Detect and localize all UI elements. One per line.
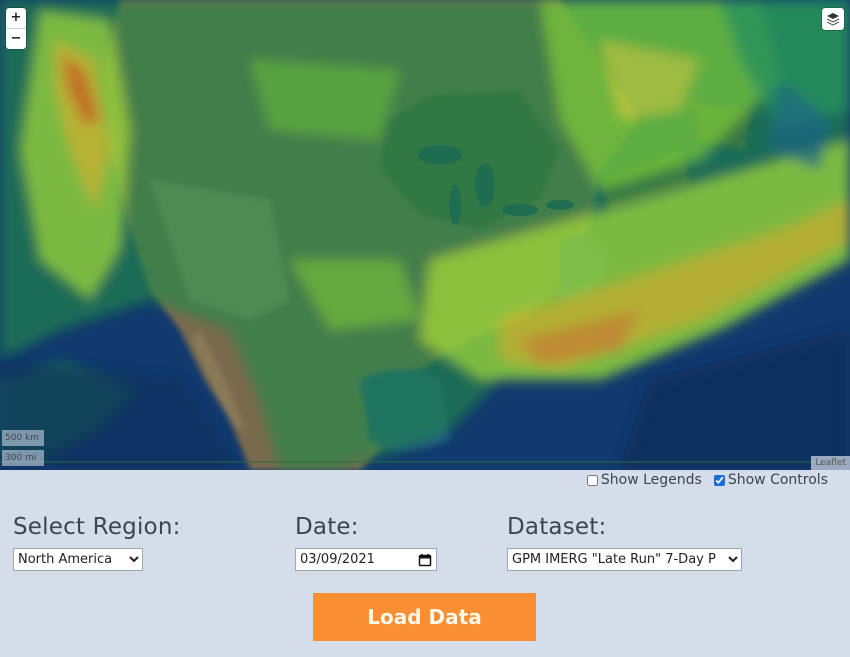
date-value: 03/09/2021 — [300, 552, 375, 567]
display-toggles: Show Legends Show Controls — [586, 472, 828, 488]
leaflet-attribution-link[interactable]: Leaflet — [811, 456, 850, 470]
show-controls-label: Show Controls — [727, 472, 828, 488]
region-field: Select Region: North America — [13, 514, 181, 571]
precipitation-map-layer — [0, 0, 850, 470]
region-select[interactable]: North America — [13, 548, 143, 571]
zoom-out-button[interactable]: − — [6, 28, 26, 49]
dataset-label: Dataset: — [507, 514, 607, 540]
calendar-icon[interactable] — [418, 553, 432, 567]
scale-mi: 300 mi — [2, 450, 44, 466]
dataset-field: Dataset: GPM IMERG "Late Run" 7-Day P — [507, 514, 742, 571]
date-field: Date: 03/09/2021 — [295, 514, 437, 571]
show-controls-checkbox[interactable] — [713, 474, 725, 486]
show-controls-toggle[interactable]: Show Controls — [713, 472, 828, 488]
zoom-in-button[interactable]: + — [6, 8, 26, 28]
date-input[interactable]: 03/09/2021 — [295, 548, 437, 571]
load-data-button[interactable]: Load Data — [313, 593, 536, 641]
show-legends-toggle[interactable]: Show Legends — [586, 472, 702, 488]
zoom-control: + − — [6, 8, 26, 49]
region-label: Select Region: — [13, 514, 181, 540]
layers-icon — [827, 13, 839, 26]
show-legends-checkbox[interactable] — [586, 474, 598, 486]
dataset-select[interactable]: GPM IMERG "Late Run" 7-Day P — [507, 548, 742, 571]
map-view[interactable]: + − 500 km 300 mi Leaflet — [0, 0, 850, 470]
scale-km: 500 km — [2, 430, 44, 446]
date-label: Date: — [295, 514, 359, 540]
layers-button[interactable] — [822, 8, 844, 30]
show-legends-label: Show Legends — [600, 472, 702, 488]
